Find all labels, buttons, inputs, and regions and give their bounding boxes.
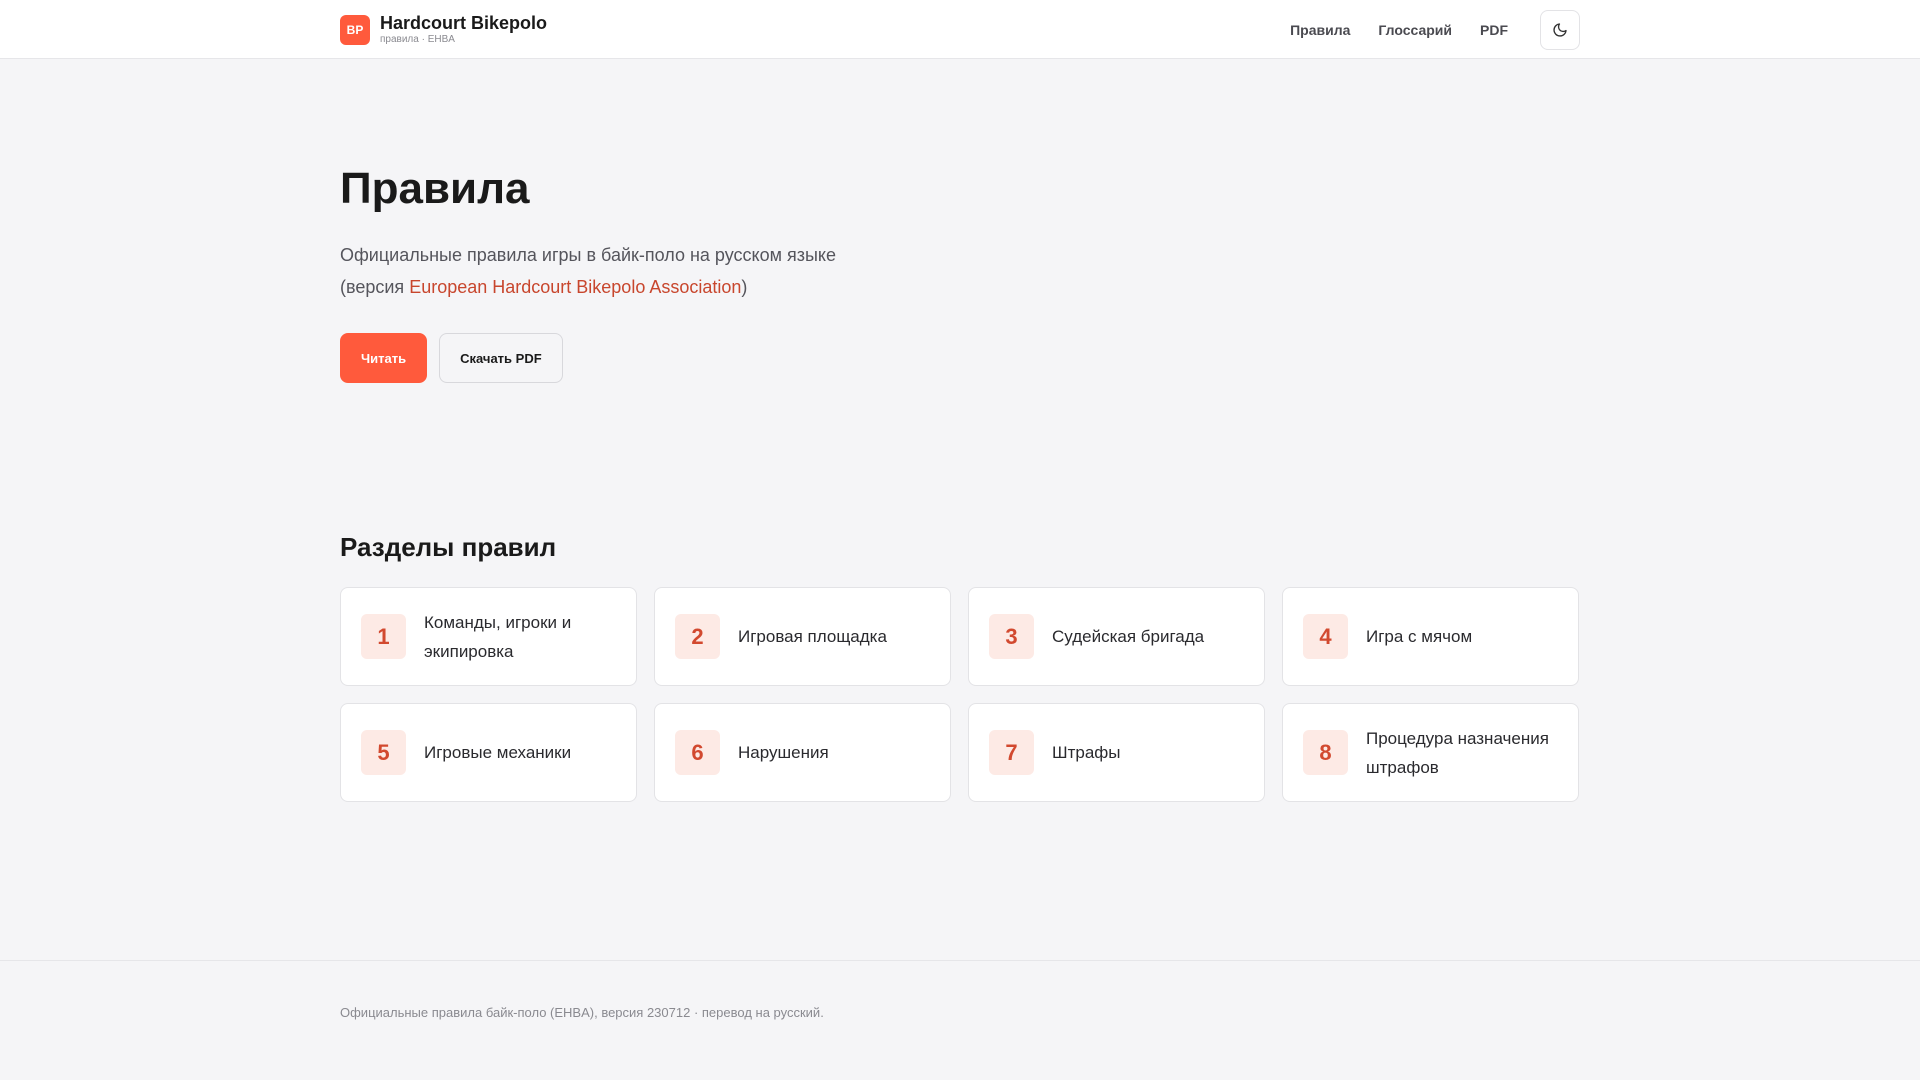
hero-section: Правила Официальные правила игры в байк-… xyxy=(340,164,900,384)
section-label: Игра с мячом xyxy=(1366,627,1473,646)
section-number: 6 xyxy=(675,730,720,775)
theme-toggle-button[interactable] xyxy=(1540,9,1580,50)
hero-actions: Читать Скачать PDF xyxy=(340,333,900,384)
section-card-7[interactable]: 7 Штрафы xyxy=(968,703,1265,802)
section-number: 8 xyxy=(1303,730,1348,775)
section-number: 2 xyxy=(675,614,720,659)
ehba-link[interactable]: European Hardcourt Bikepolo Association xyxy=(409,277,741,297)
section-number: 7 xyxy=(989,730,1034,775)
page-title: Правила xyxy=(340,164,530,213)
section-label: Игровая площадка xyxy=(738,627,887,646)
site-title: Hardcourt Bikepolo xyxy=(380,13,548,33)
section-number: 1 xyxy=(361,614,406,659)
section-card-4[interactable]: 4 Игра с мячом xyxy=(1282,587,1579,686)
brand-text: Hardcourt Bikepolo правила · EHBA xyxy=(380,14,547,45)
nav-pdf-link[interactable]: PDF xyxy=(1480,22,1508,38)
moon-icon xyxy=(1553,22,1567,37)
main-nav: Правила Глоссарий PDF xyxy=(1290,9,1580,50)
section-label: Судейская бригада xyxy=(1052,627,1205,646)
section-number: 3 xyxy=(989,614,1034,659)
version-prefix: (версия xyxy=(340,277,410,298)
read-button[interactable]: Читать xyxy=(340,333,428,384)
rule-sections: Разделы правил 1 Команды, игроки и экипи… xyxy=(340,532,1580,802)
section-label: Процедура назначения штрафов xyxy=(1366,728,1549,777)
section-label: Игровые механики xyxy=(424,743,572,762)
logo-badge: BP xyxy=(340,14,370,45)
header-inner: BP Hardcourt Bikepolo правила · EHBA Пра… xyxy=(340,0,1580,59)
section-label: Команды, игроки и экипировка xyxy=(424,612,572,661)
download-pdf-button[interactable]: Скачать PDF xyxy=(439,333,563,384)
section-card-8[interactable]: 8 Процедура назначения штрафов xyxy=(1282,703,1579,802)
section-card-6[interactable]: 6 Нарушения xyxy=(654,703,951,802)
site-footer: Официальные правила байк-поло (EHBA), ве… xyxy=(0,960,1920,1080)
footer-text: Официальные правила байк-поло (EHBA), ве… xyxy=(340,1005,824,1020)
version-suffix: ) xyxy=(741,277,748,298)
section-card-2[interactable]: 2 Игровая площадка xyxy=(654,587,951,686)
section-card-1[interactable]: 1 Команды, игроки и экипировка xyxy=(340,587,637,686)
site-subtitle: правила · EHBA xyxy=(380,34,455,45)
section-card-3[interactable]: 3 Судейская бригада xyxy=(968,587,1265,686)
section-number: 5 xyxy=(361,730,406,775)
sections-heading: Разделы правил xyxy=(340,532,557,562)
site-header: BP Hardcourt Bikepolo правила · EHBA Пра… xyxy=(0,0,1920,59)
sections-grid: 1 Команды, игроки и экипировка 2 Игровая… xyxy=(340,587,1580,802)
nav-glossary-link[interactable]: Глоссарий xyxy=(1378,22,1452,38)
section-label: Штрафы xyxy=(1052,743,1121,762)
section-number: 4 xyxy=(1303,614,1348,659)
section-label: Нарушения xyxy=(738,743,829,762)
brand-home-link[interactable]: BP Hardcourt Bikepolo правила · EHBA xyxy=(340,14,547,45)
section-card-5[interactable]: 5 Игровые механики xyxy=(340,703,637,802)
nav-rules-link[interactable]: Правила xyxy=(1290,22,1350,38)
hero-description-text: Официальные правила игры в байк-поло на … xyxy=(340,245,837,266)
hero-description: Официальные правила игры в байк-поло на … xyxy=(340,239,840,303)
